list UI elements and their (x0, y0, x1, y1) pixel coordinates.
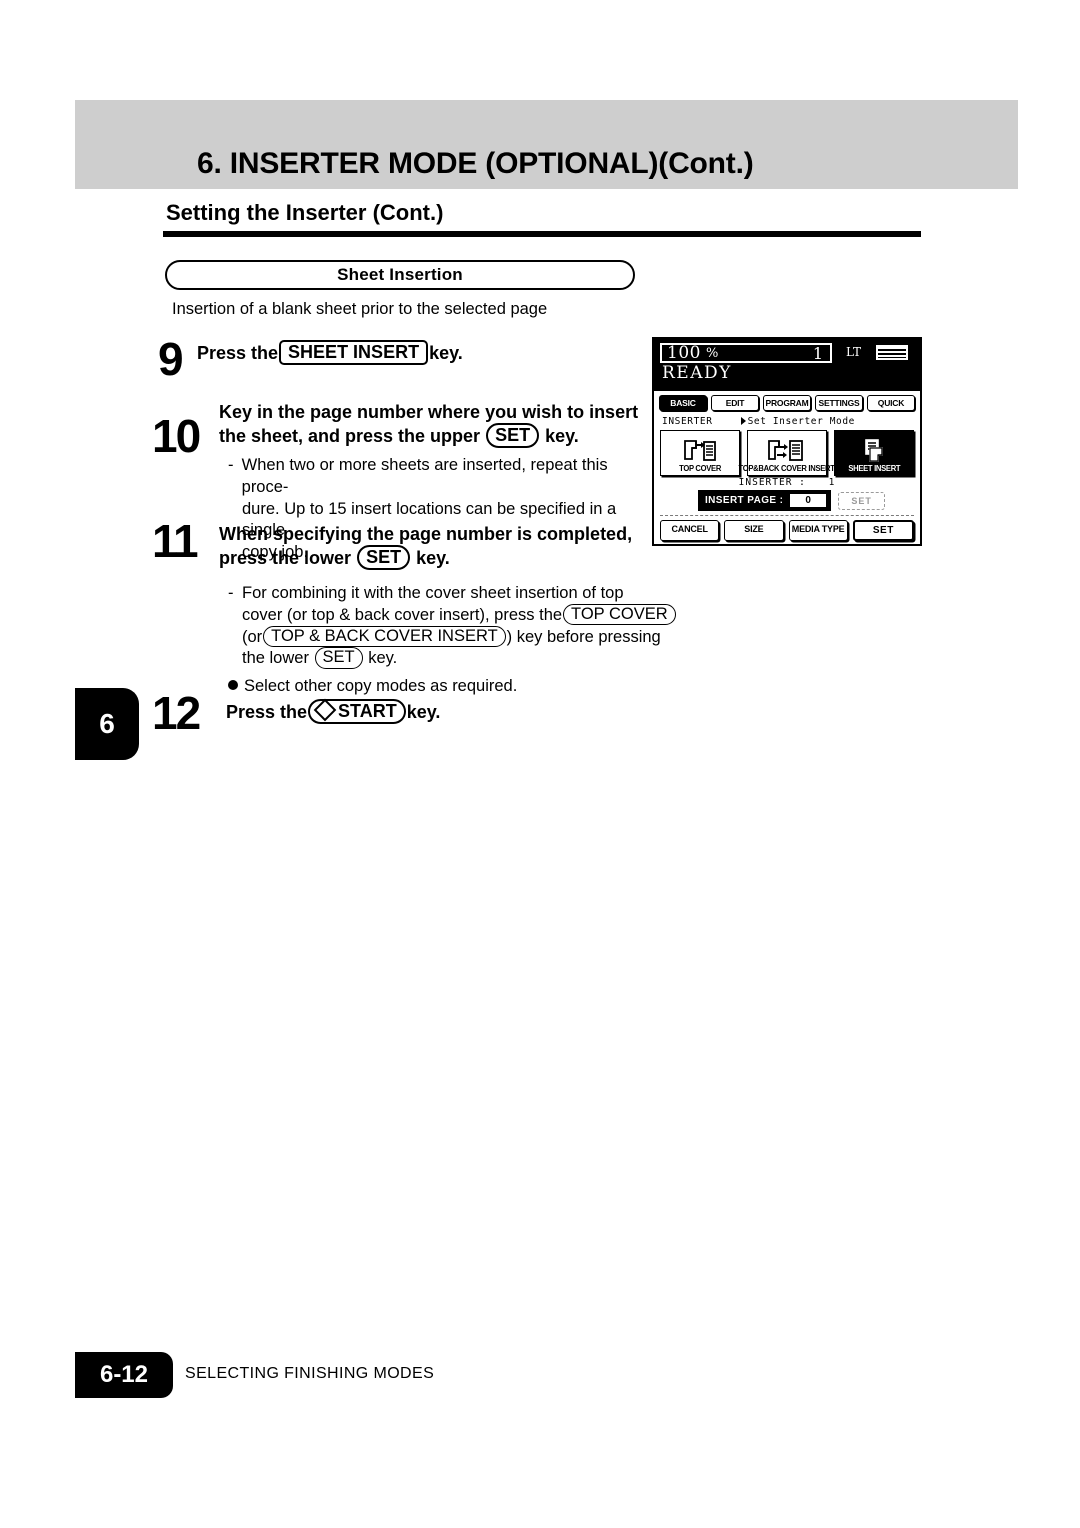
lcd-tab-program[interactable]: PROGRAM (763, 395, 811, 411)
lcd-cancel-button[interactable]: CANCEL (660, 520, 720, 541)
footer-section-name: SELECTING FINISHING MODES (185, 1365, 435, 1382)
step-12-text-before: Press the (226, 702, 308, 722)
lcd-insert-page-set-button[interactable]: SET (838, 491, 885, 510)
lcd-percent-symbol: % (705, 345, 719, 361)
title-rule (163, 231, 921, 237)
lcd-mode-sheet-insert-label: SHEET INSERT (848, 464, 900, 473)
step-9-number: 9 (158, 333, 184, 385)
step-11-number: 11 (152, 515, 199, 567)
set-keycap-note: SET (314, 647, 363, 669)
step-11-note-line3-suffix: ) key before pressing (506, 627, 661, 646)
page-title: 6. INSERTER MODE (OPTIONAL)(Cont.) (197, 147, 754, 180)
start-diamond-icon (313, 698, 337, 722)
section-pill-label: Sheet Insertion (337, 265, 463, 284)
lcd-mode-top-cover-label: TOP COVER (679, 464, 721, 473)
top-cover-keycap: TOP COVER (563, 603, 676, 626)
step-11-note-line3: (or TOP & BACK COVER INSERT) key before p… (242, 625, 661, 649)
footer-page-number: 6-12 (99, 1361, 149, 1388)
lcd-set-button[interactable]: SET (852, 520, 914, 541)
lcd-insert-page-row: INSERT PAGE : 0 SET (698, 490, 920, 511)
lcd-ratio-copies-box: 100 % 1 (660, 343, 832, 363)
step-11-line2: press the lower SET key. (219, 545, 659, 571)
page-subtitle: Setting the Inserter (Cont.) (166, 200, 444, 225)
paper-stack-icon (876, 345, 908, 360)
lcd-media-type-button[interactable]: MEDIA TYPE (788, 520, 848, 541)
lcd-mode-sheet-insert[interactable]: SHEET INSERT (834, 430, 914, 476)
lcd-breadcrumb-right: Set Inserter Mode (747, 416, 855, 427)
step-12-text-after: key. (406, 702, 441, 722)
step-10-line1: Key in the page number where you wish to… (219, 402, 639, 422)
step-11-note: - For combining it with the cover sheet … (228, 583, 676, 698)
section-intro: Insertion of a blank sheet prior to the … (172, 300, 548, 318)
step-11-note-line4-suffix: key. (368, 649, 398, 668)
lcd-insert-page-value: 0 (789, 493, 828, 508)
lcd-mode-top-back-cover-insert[interactable]: TOP&BACK COVER INSERT (739, 430, 835, 476)
section-pill: Sheet Insertion (165, 260, 635, 290)
chapter-side-tab: 6 (75, 688, 139, 760)
top-back-cover-insert-keycap: TOP & BACK COVER INSERT (263, 625, 506, 647)
step-10-line2: the sheet, and press the upper SET key. (219, 423, 659, 449)
sheet-insert-icon (859, 438, 889, 464)
lcd-insert-page-field[interactable]: INSERT PAGE : 0 (698, 490, 832, 511)
step-11-text-after: key. (416, 548, 450, 569)
lcd-paper-size-label: LT (846, 345, 861, 359)
step-11-note-line2: cover (or top & back cover insert), pres… (242, 603, 676, 627)
lcd-tab-edit[interactable]: EDIT (711, 395, 759, 411)
lcd-inserter-count-value: 1 (828, 477, 836, 488)
lcd-tab-bar: BASIC EDIT PROGRAM SETTINGS QUICK (654, 391, 920, 413)
lcd-mode-buttons: TOP COVER TOP&BACK COVER INSERT SHEET IN… (654, 429, 920, 476)
lcd-tab-settings[interactable]: SETTINGS (815, 395, 863, 411)
top-back-cover-insert-icon (767, 438, 807, 464)
top-cover-icon (683, 438, 717, 464)
lcd-status-bar: 100 % 1 LT READY (654, 339, 920, 391)
set-keycap-lower: SET (357, 545, 411, 571)
lcd-status-text: READY (662, 363, 732, 383)
lcd-bottom-bar: CANCEL SIZE MEDIA TYPE SET (654, 516, 920, 541)
bullet-icon (228, 680, 238, 691)
step-11-note-dash: - (228, 584, 234, 602)
step-12-number: 12 (152, 687, 201, 739)
step-11-note-line2-text: cover (or top & back cover insert), pres… (242, 605, 563, 624)
step-11-bullet-text: Select other copy modes as required. (244, 677, 518, 696)
lcd-tab-basic[interactable]: BASIC (659, 395, 707, 411)
lcd-panel-illustration: 100 % 1 LT READY BASIC EDIT PROGRAM SETT… (652, 337, 922, 546)
step-10-body: Key in the page number where you wish to… (219, 400, 659, 449)
step-11-body: When specifying the page number is compl… (219, 522, 659, 571)
start-keycap-label: START (338, 701, 397, 721)
lcd-inserter-count-label: INSERTER : (738, 477, 806, 488)
step-10-text-before: the sheet, and press the upper (219, 426, 481, 447)
step-11-bullet-line: Select other copy modes as required. (228, 676, 648, 698)
step-9-text-before: Press the (197, 343, 279, 363)
lcd-tab-quick[interactable]: QUICK (867, 395, 915, 411)
lcd-size-button[interactable]: SIZE (724, 520, 784, 541)
sheet-insert-keycap: SHEET INSERT (279, 340, 429, 366)
step-11-note-line1: For combining it with the cover sheet in… (242, 584, 624, 602)
step-10-number: 10 (152, 410, 201, 462)
chapter-side-tab-label: 6 (99, 708, 115, 739)
step-11-line1: When specifying the page number is compl… (219, 524, 633, 544)
lcd-breadcrumb: INSERTER Set Inserter Mode (654, 413, 920, 429)
lcd-mode-top-cover[interactable]: TOP COVER (660, 430, 740, 476)
start-keycap: START (308, 698, 406, 725)
step-10-text-after: key. (545, 426, 579, 447)
step-10-note-dash: - (228, 456, 234, 474)
footer-page-tab: 6-12 (75, 1352, 173, 1398)
step-11-note-line3-prefix: (or (242, 627, 263, 646)
step-9-text-after: key. (429, 343, 463, 363)
lcd-breadcrumb-right-wrap: Set Inserter Mode (740, 416, 855, 427)
step-11-note-line4-prefix: the lower (242, 649, 309, 668)
lcd-insert-page-label: INSERT PAGE : (705, 495, 784, 506)
step-11-note-line4: the lower SET key. (242, 647, 648, 670)
lcd-copy-count: 1 (812, 343, 823, 363)
lcd-inserter-count-row: INSERTER : 1 (654, 477, 920, 488)
lcd-zoom-value: 100 (667, 343, 701, 363)
set-keycap-upper: SET (486, 423, 540, 449)
lcd-mode-top-back-cover-insert-label: TOP&BACK COVER INSERT (738, 464, 836, 473)
step-10-note-line1: When two or more sheets are inserted, re… (241, 456, 608, 496)
lcd-breadcrumb-left: INSERTER (662, 416, 713, 427)
step-12-body: Press the START key. (226, 698, 656, 725)
step-11-text-before: press the lower (219, 548, 352, 569)
triangle-right-icon (740, 417, 746, 425)
step-9-body: Press the SHEET INSERT key. (197, 340, 647, 366)
